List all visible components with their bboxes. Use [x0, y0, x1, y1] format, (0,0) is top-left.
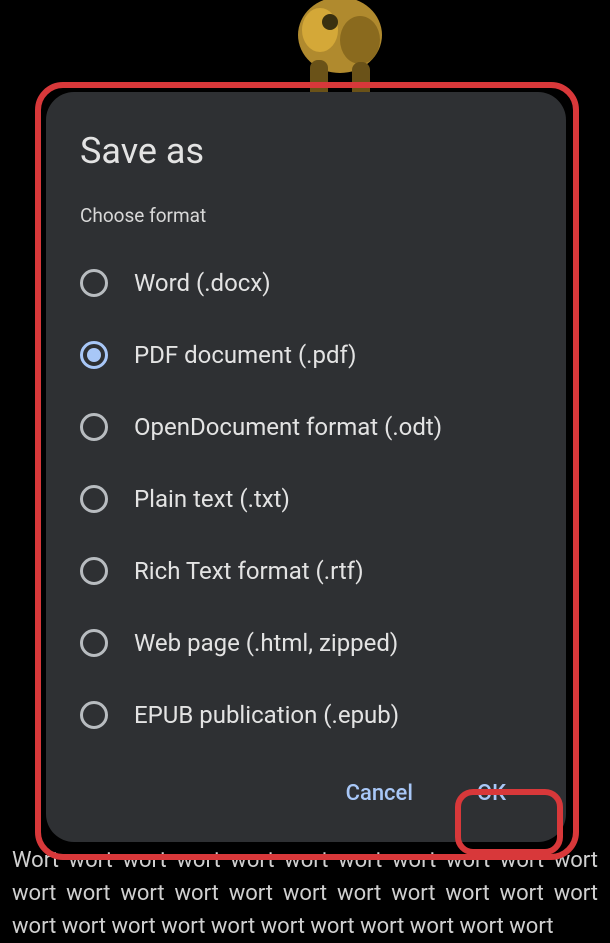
radio-icon — [80, 269, 108, 297]
ok-button[interactable]: OK — [465, 773, 518, 814]
save-as-dialog: Save as Choose format Word (.docx) PDF d… — [46, 92, 566, 842]
format-option-txt[interactable]: Plain text (.txt) — [46, 463, 566, 535]
dialog-subtitle: Choose format — [46, 204, 566, 247]
option-label: EPUB publication (.epub) — [134, 701, 399, 729]
option-label: Web page (.html, zipped) — [134, 629, 398, 657]
radio-icon — [80, 485, 108, 513]
background-document-text: Wort wort wort wort wort wort wort wort … — [0, 844, 610, 943]
option-label: Word (.docx) — [134, 269, 271, 297]
option-label: Plain text (.txt) — [134, 485, 290, 513]
radio-icon — [80, 629, 108, 657]
format-option-word[interactable]: Word (.docx) — [46, 247, 566, 319]
dialog-title: Save as — [46, 130, 566, 204]
format-option-rtf[interactable]: Rich Text format (.rtf) — [46, 535, 566, 607]
format-option-html[interactable]: Web page (.html, zipped) — [46, 607, 566, 679]
radio-icon — [80, 701, 108, 729]
radio-icon-selected — [80, 341, 108, 369]
format-option-epub[interactable]: EPUB publication (.epub) — [46, 679, 566, 751]
cancel-button[interactable]: Cancel — [334, 773, 425, 814]
format-option-list: Word (.docx) PDF document (.pdf) OpenDoc… — [46, 247, 566, 751]
option-label: OpenDocument format (.odt) — [134, 413, 442, 441]
format-option-odt[interactable]: OpenDocument format (.odt) — [46, 391, 566, 463]
radio-icon — [80, 557, 108, 585]
format-option-pdf[interactable]: PDF document (.pdf) — [46, 319, 566, 391]
option-label: PDF document (.pdf) — [134, 341, 356, 369]
dialog-actions: Cancel OK — [46, 751, 566, 824]
option-label: Rich Text format (.rtf) — [134, 557, 364, 585]
radio-icon — [80, 413, 108, 441]
